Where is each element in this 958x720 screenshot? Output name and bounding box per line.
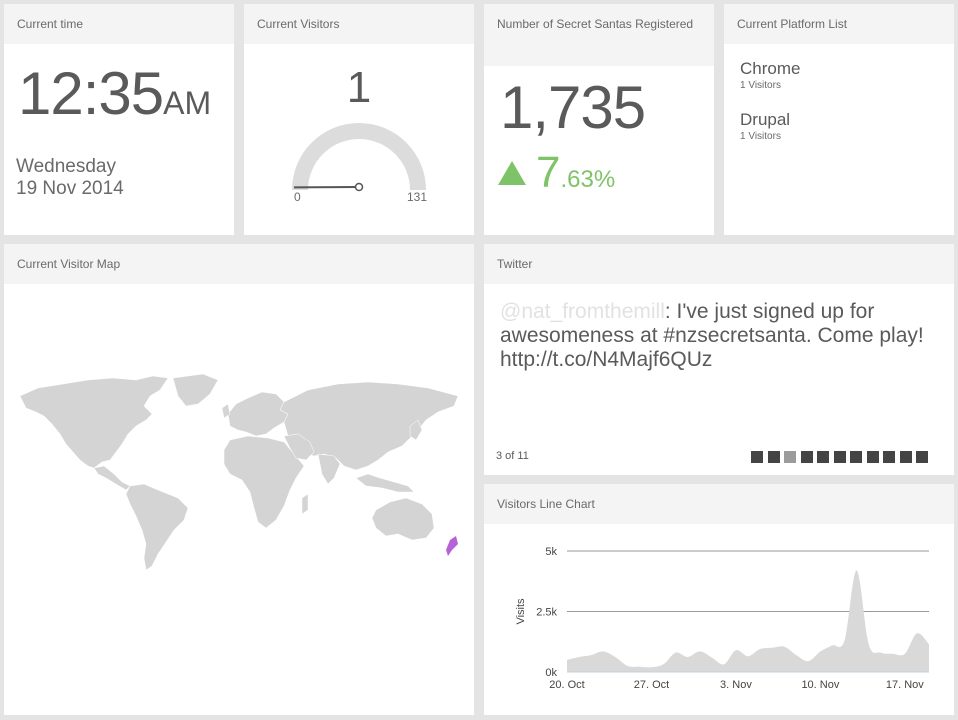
- gauge-pivot: [354, 182, 364, 192]
- map-region-europe[interactable]: [227, 391, 289, 437]
- visitor-map-widget: Current Visitor Map: [4, 244, 474, 715]
- secret-santas-widget: Number of Secret Santas Registered 1,735…: [484, 4, 714, 235]
- tweet-pager: [751, 451, 933, 463]
- santas-widget-title: Number of Secret Santas Registered: [484, 4, 714, 66]
- twitter-widget: Twitter @nat_fromthemill: I've just sign…: [484, 244, 954, 475]
- map-region-new-zealand[interactable]: [446, 536, 458, 556]
- gauge-max-label: 131: [407, 190, 428, 204]
- gauge-chart: [292, 123, 426, 192]
- platform-item-chrome: Chrome 1 Visitors: [740, 59, 800, 93]
- tweet-pager-dot[interactable]: [833, 451, 846, 463]
- tweet-pager-dot[interactable]: [883, 451, 895, 463]
- santas-change: 7 .63%: [498, 150, 615, 196]
- tweet-pager-dot[interactable]: [899, 451, 912, 463]
- tweet-pager-dot[interactable]: [767, 451, 780, 463]
- visitors-widget-title: Current Visitors: [244, 4, 474, 44]
- chart-x-tick-label: 3. Nov: [720, 679, 752, 691]
- gauge-min-label: 0: [294, 190, 301, 204]
- tweet-pager-dot[interactable]: [751, 451, 763, 463]
- visitors-chart-widget: Visitors Line Chart 0k 2.5k 5k 20. Oct 27. O…: [484, 484, 954, 715]
- map-region-madagascar[interactable]: [301, 493, 309, 515]
- map-region-north-america[interactable]: [19, 375, 169, 469]
- platform-name: Chrome: [740, 59, 801, 78]
- platform-name: Drupal: [740, 110, 791, 129]
- chart-x-tick-label: 20. Oct: [549, 679, 584, 691]
- tweet-pager-dot[interactable]: [784, 451, 796, 463]
- visitors-line-chart: 0k 2.5k 5k 20. Oct 27. Oct 3. Nov 10. Nov 17. N…: [515, 546, 930, 691]
- tweet-pager-dot[interactable]: [916, 451, 928, 463]
- chart-x-tick-label: 10. Nov: [801, 679, 839, 691]
- chart-y-axis-label: Visits: [515, 598, 527, 625]
- clock-date: 19 Nov 2014: [16, 178, 124, 199]
- chart-area-series: [567, 570, 929, 672]
- tweet-pager-dot[interactable]: [850, 451, 862, 463]
- map-region-indonesia[interactable]: [355, 473, 415, 493]
- chart-x-tick-label: 17. Nov: [886, 679, 924, 691]
- platform-list-widget: Current Platform List Chrome 1 Visitors …: [724, 4, 954, 235]
- chart-y-tick-label: 2.5k: [536, 607, 557, 619]
- clock-time-display: 12:35AM: [18, 62, 211, 135]
- chart-x-tick-label: 27. Oct: [634, 679, 669, 691]
- map-widget-title: Current Visitor Map: [4, 244, 474, 284]
- tweet-handle[interactable]: @nat_fromthemill: [500, 300, 665, 323]
- clock-day: Wednesday: [16, 156, 116, 177]
- platform-visitors: 1 Visitors: [740, 131, 781, 142]
- platform-visitors: 1 Visitors: [740, 80, 781, 91]
- chart-widget-title: Visitors Line Chart: [484, 484, 954, 524]
- santas-count: 1,735: [500, 74, 646, 141]
- twitter-widget-title: Twitter: [484, 244, 954, 284]
- tweet-pager-dot[interactable]: [817, 451, 829, 463]
- map-region-australia[interactable]: [371, 497, 435, 541]
- clock-widget-title: Current time: [4, 4, 234, 44]
- world-map[interactable]: [18, 374, 462, 574]
- tweet-pager-dot[interactable]: [800, 451, 813, 463]
- map-region-central-america[interactable]: [93, 465, 131, 491]
- trend-up-icon: [498, 161, 526, 185]
- tweet-pager-dot[interactable]: [866, 451, 879, 463]
- map-region-south-america[interactable]: [125, 483, 189, 571]
- gauge-arc: [292, 123, 426, 190]
- clock-widget: Current time 12:35AM Wednesday 19 Nov 20…: [4, 4, 234, 235]
- platform-item-drupal: Drupal 1 Visitors: [740, 110, 790, 144]
- chart-y-tick-label: 5k: [545, 546, 557, 558]
- chart-y-tick-label: 0k: [545, 667, 557, 679]
- clock-time: 12:35: [18, 60, 164, 127]
- platform-widget-title: Current Platform List: [724, 4, 954, 44]
- tweet-counter: 3 of 11: [496, 450, 529, 462]
- clock-ampm: AM: [163, 85, 212, 121]
- tweet-text: @nat_fromthemill: I've just signed up fo…: [500, 300, 940, 372]
- visitors-count: 1: [346, 63, 372, 112]
- santas-change-integer: 7: [536, 148, 561, 197]
- santas-change-decimal: .63%: [560, 166, 616, 193]
- map-region-greenland[interactable]: [172, 374, 219, 407]
- visitors-gauge-widget: Current Visitors 1 0 131: [244, 4, 474, 235]
